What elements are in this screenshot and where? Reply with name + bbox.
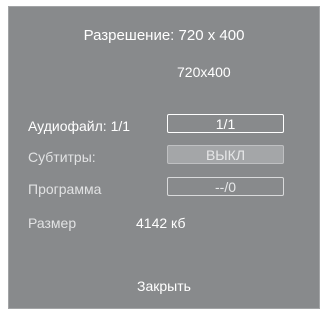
audio-track-selector[interactable]: 1/1 xyxy=(167,114,284,133)
media-info-dialog: Разрешение: 720 x 400 720x400 Аудиофайл:… xyxy=(8,6,320,309)
size-value: 4142 кб xyxy=(136,215,186,231)
size-label: Размер xyxy=(28,215,77,231)
subtitles-label: Субтитры: xyxy=(28,149,96,165)
close-button[interactable]: Закрыть xyxy=(9,278,319,294)
audio-track-label: Аудиофайл: 1/1 xyxy=(28,118,131,134)
program-selector[interactable]: --/0 xyxy=(167,177,284,196)
resolution-value: 720x400 xyxy=(177,64,231,80)
subtitles-selector[interactable]: ВЫКЛ xyxy=(167,145,284,164)
program-label: Программа xyxy=(28,181,102,197)
resolution-title: Разрешение: 720 x 400 xyxy=(83,27,245,44)
